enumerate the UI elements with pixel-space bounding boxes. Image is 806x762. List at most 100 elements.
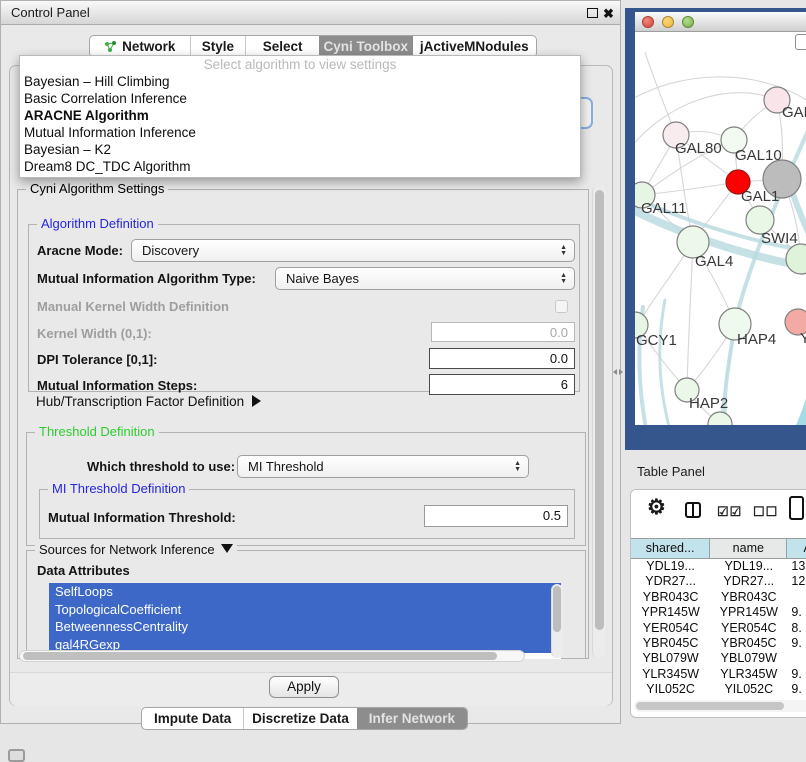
table-cell: YLR345W	[710, 667, 787, 682]
tab-label: Style	[202, 39, 234, 54]
attributes-scrollbar[interactable]	[551, 584, 563, 658]
algorithm-definition-title: Algorithm Definition	[37, 216, 158, 231]
hub-factor-label: Hub/Transcription Factor Definition	[36, 394, 244, 409]
algorithm-option-bayesian-k2[interactable]: Bayesian – K2	[20, 141, 580, 158]
table-cell: 12	[787, 574, 806, 589]
tab-style[interactable]: Style	[190, 36, 246, 57]
column-header-shared[interactable]: shared...	[631, 539, 710, 558]
column-header-a[interactable]: A	[787, 539, 806, 558]
attribute-item-selfloops[interactable]: SelfLoops	[49, 583, 561, 601]
table-row[interactable]: YLR345WYLR345W9.	[631, 667, 806, 682]
node-label-hap4: HAP4	[737, 331, 776, 348]
table-cell: 13	[787, 559, 806, 574]
algorithm-option-bayesian-hill-climbing[interactable]: Bayesian – Hill Climbing	[20, 73, 580, 90]
attribute-item-topologicalcoefficient[interactable]: TopologicalCoefficient	[49, 601, 561, 619]
table-row[interactable]: YBR043CYBR043C	[631, 590, 806, 605]
node-label-gal10: GAL10	[735, 147, 782, 164]
hub-factor-expander[interactable]: Hub/Transcription Factor Definition	[36, 394, 261, 409]
table-cell: YIL052C	[710, 682, 787, 696]
node-label-hap2: HAP2	[689, 395, 728, 412]
data-attributes-label: Data Attributes	[37, 563, 130, 578]
minimized-panel-icon[interactable]	[8, 749, 25, 762]
network-edge-thick[interactable]	[660, 300, 679, 425]
table-row[interactable]: YPR145WYPR145W9.	[631, 605, 806, 620]
gear-icon[interactable]: ⚙	[647, 495, 666, 520]
table-row[interactable]: YER054CYER054C8.	[631, 621, 806, 636]
table-row[interactable]: YDR27...YDR27...12	[631, 574, 806, 589]
network-edge-thick[interactable]	[783, 384, 806, 425]
table-row[interactable]: YBR045CYBR045C9.	[631, 636, 806, 651]
checked-columns-icon[interactable]: ☑☑	[717, 504, 742, 520]
node-label-gal1: GAL1	[741, 188, 779, 205]
table-body: YDL19...YDL19...13YDR27...YDR27...12YBR0…	[631, 559, 806, 696]
column-header-name[interactable]: name	[710, 539, 787, 558]
sources-group-title[interactable]: Sources for Network Inference	[35, 542, 237, 557]
tab-jactivemnodules[interactable]: jActiveMNodules	[413, 36, 536, 57]
table-row[interactable]: YBL079WYBL079W	[631, 651, 806, 666]
threshold-definition-group: Threshold Definition Which threshold to …	[26, 432, 586, 546]
kernel-width-field[interactable]: 0.0	[431, 322, 575, 342]
mi-type-value: Naive Bayes	[286, 271, 359, 286]
network-icon	[104, 40, 117, 53]
table-header-row: shared...nameA	[631, 538, 806, 559]
unchecked-columns-icon[interactable]: ☐☐	[753, 504, 778, 520]
data-attributes-list: SelfLoopsTopologicalCoefficientBetweenne…	[49, 583, 561, 659]
apply-button[interactable]: Apply	[269, 676, 339, 698]
mi-type-combo[interactable]: Naive Bayes ▲▼	[275, 267, 575, 290]
sources-group: Sources for Network Inference Data Attri…	[26, 550, 586, 658]
close-icon[interactable]: ✖	[603, 2, 614, 25]
bottom-tab-infer-network[interactable]: Infer Network	[357, 708, 467, 729]
minimize-traffic-light-icon[interactable]	[662, 16, 674, 28]
table-hscrollbar[interactable]	[634, 700, 806, 712]
tab-select[interactable]: Select	[245, 36, 319, 57]
bottom-tab-impute-data[interactable]: Impute Data	[142, 708, 243, 729]
close-traffic-light-icon[interactable]	[642, 16, 654, 28]
control-panel-titlebar: Control Panel ✖	[1, 1, 620, 25]
algorithm-option-mutual-information-inference[interactable]: Mutual Information Inference	[20, 124, 580, 141]
settings-hscrollbar[interactable]	[19, 650, 525, 662]
document-icon[interactable]	[789, 496, 804, 520]
settings-scrollbar[interactable]	[592, 186, 606, 658]
manual-kernel-checkbox[interactable]	[555, 300, 568, 313]
tab-label: Cyni Toolbox	[324, 39, 409, 54]
mi-threshold-field[interactable]: 0.5	[424, 505, 568, 527]
algorithm-dropdown-popup: Select algorithm to view settings Bayesi…	[19, 55, 581, 178]
control-panel-window: Control Panel ✖ Network Style Select Cyni T…	[0, 0, 621, 724]
table-cell: YBL079W	[631, 651, 710, 666]
mi-steps-field[interactable]: 6	[429, 374, 575, 395]
algorithm-option-aracne-algorithm[interactable]: ARACNE Algorithm	[20, 107, 580, 124]
which-threshold-label: Which threshold to use:	[87, 459, 235, 474]
network-canvas[interactable]: GALGAL80GAL10GAL1GAL11SWI4GAL4GCY1HAP4YH…	[635, 32, 806, 425]
which-threshold-combo[interactable]: MI Threshold ▲▼	[237, 455, 529, 478]
dpi-tolerance-field[interactable]: 0.0	[429, 348, 575, 369]
algorithm-option-dream8-dc-tdc-algorithm[interactable]: Dream8 DC_TDC Algorithm	[20, 158, 580, 175]
bottom-tab-discretize-data[interactable]: Discretize Data	[243, 708, 356, 729]
combo-arrows-icon: ▲▼	[560, 240, 567, 261]
sources-title-text: Sources for Network Inference	[39, 542, 215, 557]
attribute-item-betweennesscentrality[interactable]: BetweennessCentrality	[49, 618, 561, 636]
tab-network[interactable]: Network	[90, 36, 190, 57]
tab-label: Network	[122, 39, 175, 54]
mi-threshold-group-title: MI Threshold Definition	[48, 481, 189, 496]
network-node[interactable]	[708, 412, 732, 425]
tab-cyni-toolbox[interactable]: Cyni Toolbox	[319, 36, 413, 57]
network-edge[interactable]	[687, 242, 693, 390]
cyni-bottom-tabs: Impute DataDiscretize DataInfer Network	[141, 707, 468, 730]
combo-arrows-icon: ▲▼	[514, 456, 521, 477]
table-row[interactable]: YDL19...YDL19...13	[631, 559, 806, 574]
aracne-mode-combo[interactable]: Discovery ▲▼	[131, 239, 575, 262]
algorithm-option-basic-correlation-inference[interactable]: Basic Correlation Inference	[20, 90, 580, 107]
float-window-icon[interactable]	[587, 8, 598, 18]
zoom-traffic-light-icon[interactable]	[682, 16, 694, 28]
cyni-settings-group-title: Cyni Algorithm Settings	[26, 181, 168, 196]
split-view-icon[interactable]	[685, 502, 701, 518]
panel-splitter-handle[interactable]	[613, 368, 623, 376]
table-row[interactable]: YIL052CYIL052C9.	[631, 682, 806, 696]
table-cell: 9.	[787, 605, 806, 620]
table-cell: YPR145W	[710, 605, 787, 620]
threshold-definition-title: Threshold Definition	[35, 424, 159, 439]
mi-threshold-group: MI Threshold Definition Mutual Informati…	[39, 489, 575, 539]
table-cell: 9.	[787, 636, 806, 651]
node-label-gal: GAL	[782, 104, 806, 121]
network-graph[interactable]: GALGAL80GAL10GAL1GAL11SWI4GAL4GCY1HAP4YH…	[635, 32, 806, 425]
